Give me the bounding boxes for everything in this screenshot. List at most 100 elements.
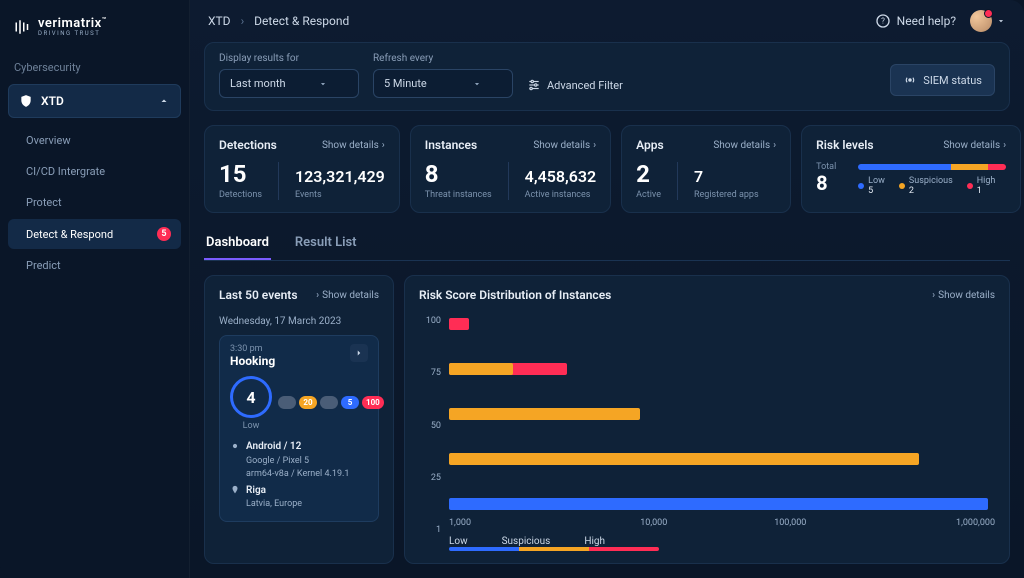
risk-legend-low: Low5 — [858, 176, 885, 196]
event-city: Riga — [246, 484, 302, 499]
risk-distribution-card: Risk Score Distribution of Instances › S… — [404, 275, 1010, 564]
chevron-up-icon — [158, 95, 170, 107]
brand-name: verimatrix — [38, 16, 102, 31]
event-name: Hooking — [230, 354, 275, 368]
nav-sub-detect-respond[interactable]: Detect & Respond 5 — [8, 219, 181, 249]
detections-card: Detections Show details › 15 Detections … — [204, 125, 400, 213]
risk-legend-high: High1 — [967, 176, 996, 196]
svg-text:?: ? — [881, 17, 885, 26]
event-platform: Android / 12 — [246, 440, 349, 455]
chart-bars — [449, 316, 995, 514]
instances-active: 4,458,632 — [525, 168, 597, 186]
refresh-every-label: Refresh every — [373, 53, 513, 64]
event-expand-button[interactable] — [350, 344, 368, 362]
event-score-label: Low — [230, 421, 272, 431]
sidebar: verimatrix™ DRIVING TRUST Cybersecurity … — [0, 0, 190, 578]
display-results-select[interactable]: Last month — [219, 69, 359, 98]
detections-events-label: Events — [295, 190, 385, 200]
nav-sub-label: Protect — [26, 196, 62, 209]
location-icon — [230, 485, 240, 495]
nav-sub-cicd[interactable]: CI/CD Intergrate — [8, 157, 181, 186]
risk-show-details[interactable]: Show details › — [943, 140, 1006, 151]
filter-bar: Display results for Last month Refresh e… — [204, 42, 1010, 111]
chevron-down-icon — [318, 79, 328, 89]
advanced-filter-label: Advanced Filter — [547, 79, 623, 92]
nav-sub-label: Predict — [26, 259, 61, 272]
chart-bar-row — [449, 451, 995, 467]
tab-dashboard[interactable]: Dashboard — [204, 227, 271, 260]
nav-sub-label: Overview — [26, 134, 71, 147]
chevron-down-icon — [472, 79, 482, 89]
nav-sub-predict[interactable]: Predict — [8, 251, 181, 280]
nav-sub-overview[interactable]: Overview — [8, 126, 181, 155]
chart-show-details[interactable]: › Show details — [932, 290, 995, 301]
risk-total: 8 — [816, 173, 846, 193]
chart-bar-row — [449, 496, 995, 512]
apps-active-label: Active — [636, 190, 661, 200]
topbar: XTD › Detect & Respond ? Need help? — [190, 0, 1024, 42]
apps-active: 2 — [636, 162, 661, 186]
event-item[interactable]: 3:30 pm Hooking 4 Low — [219, 335, 379, 522]
tab-result-list[interactable]: Result List — [293, 227, 359, 260]
chart-bar-row — [449, 316, 995, 332]
apps-registered: 7 — [694, 168, 759, 186]
nav-sub-label: Detect & Respond — [26, 228, 113, 241]
nav-sub-protect[interactable]: Protect — [8, 188, 181, 217]
chart-x-axis: 1,000 10,000 100,000 1,000,000 — [449, 514, 995, 528]
nav-item-xtd[interactable]: XTD — [8, 84, 181, 118]
instances-active-label: Active instances — [525, 190, 597, 200]
chart-legend-low: Low — [449, 536, 468, 547]
instances-threat-label: Threat instances — [425, 190, 492, 200]
brand-tm: ™ — [102, 16, 107, 24]
tabs: Dashboard Result List — [204, 227, 1010, 261]
instances-threat: 8 — [425, 162, 492, 186]
chevron-right-icon — [354, 348, 364, 358]
shield-icon — [19, 94, 33, 108]
brand-tagline: DRIVING TRUST — [38, 30, 107, 37]
instances-show-details[interactable]: Show details › — [533, 140, 596, 151]
chart-bar-row — [449, 406, 995, 422]
chart-area: 1 25 50 75 100 1,000 10,000 100,000 — [419, 316, 995, 551]
chart-title: Risk Score Distribution of Instances — [419, 288, 611, 302]
risk-bar — [858, 164, 1006, 170]
events-date: Wednesday, 17 March 2023 — [219, 316, 379, 327]
brand-logo: verimatrix™ DRIVING TRUST — [0, 12, 189, 53]
events-card: Last 50 events › Show details Wednesday,… — [204, 275, 394, 564]
detections-title: Detections — [219, 138, 277, 152]
breadcrumb: XTD › Detect & Respond — [208, 14, 349, 28]
breadcrumb-current: Detect & Respond — [254, 14, 349, 28]
apps-card: Apps Show details › 2 Active 7 Registere… — [621, 125, 791, 213]
detections-count-label: Detections — [219, 190, 262, 200]
apps-registered-label: Registered apps — [694, 190, 759, 200]
avatar — [970, 10, 992, 32]
instances-card: Instances Show details › 8 Threat instan… — [410, 125, 611, 213]
logo-mark-icon — [14, 18, 32, 36]
refresh-every-select[interactable]: 5 Minute — [373, 69, 513, 98]
risk-levels-card: Risk levels Show details › Total 8 — [801, 125, 1021, 213]
nav-badge: 5 — [157, 227, 171, 241]
user-menu[interactable] — [970, 10, 1006, 32]
apps-show-details[interactable]: Show details › — [713, 140, 776, 151]
display-results-label: Display results for — [219, 53, 359, 64]
advanced-filter-button[interactable]: Advanced Filter — [527, 78, 623, 92]
chart-legend-sus: Suspicious — [502, 536, 551, 547]
nav-sub-label: CI/CD Intergrate — [26, 165, 105, 178]
instances-title: Instances — [425, 138, 477, 152]
sliders-icon — [527, 78, 541, 92]
event-time: 3:30 pm — [230, 344, 275, 354]
display-results-value: Last month — [230, 77, 286, 90]
metrics-row: Detections Show details › 15 Detections … — [204, 125, 1010, 213]
breadcrumb-root[interactable]: XTD — [208, 14, 231, 28]
chevron-down-icon — [996, 16, 1006, 26]
detections-show-details[interactable]: Show details › — [322, 140, 385, 151]
help-link[interactable]: ? Need help? — [875, 13, 956, 29]
event-country: Latvia, Europe — [246, 498, 302, 511]
events-show-details[interactable]: › Show details — [316, 290, 379, 301]
detections-count: 15 — [219, 162, 262, 186]
chart-legend-high: High — [584, 536, 605, 547]
siem-status-label: SIEM status — [923, 74, 982, 87]
risk-title: Risk levels — [816, 138, 873, 152]
nav-section-label: Cybersecurity — [0, 53, 189, 84]
risk-legend-sus: Suspicious2 — [899, 176, 953, 196]
siem-status-button[interactable]: SIEM status — [890, 64, 995, 96]
